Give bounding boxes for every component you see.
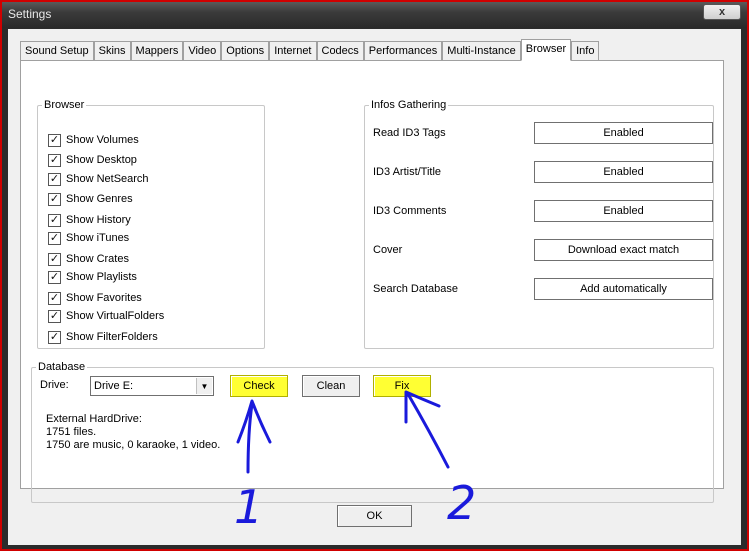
annotation-overlay (236, 390, 450, 474)
arrow-2-shaft (406, 392, 450, 469)
annotation-marker-1: 1 (234, 480, 264, 534)
tab-browser[interactable]: Browser (520, 39, 572, 61)
arrow-1-head (236, 399, 272, 444)
settings-window: Settings x Sound Setup Skins Mappers Vid… (0, 0, 749, 551)
annotation-marker-2: 2 (447, 476, 477, 530)
